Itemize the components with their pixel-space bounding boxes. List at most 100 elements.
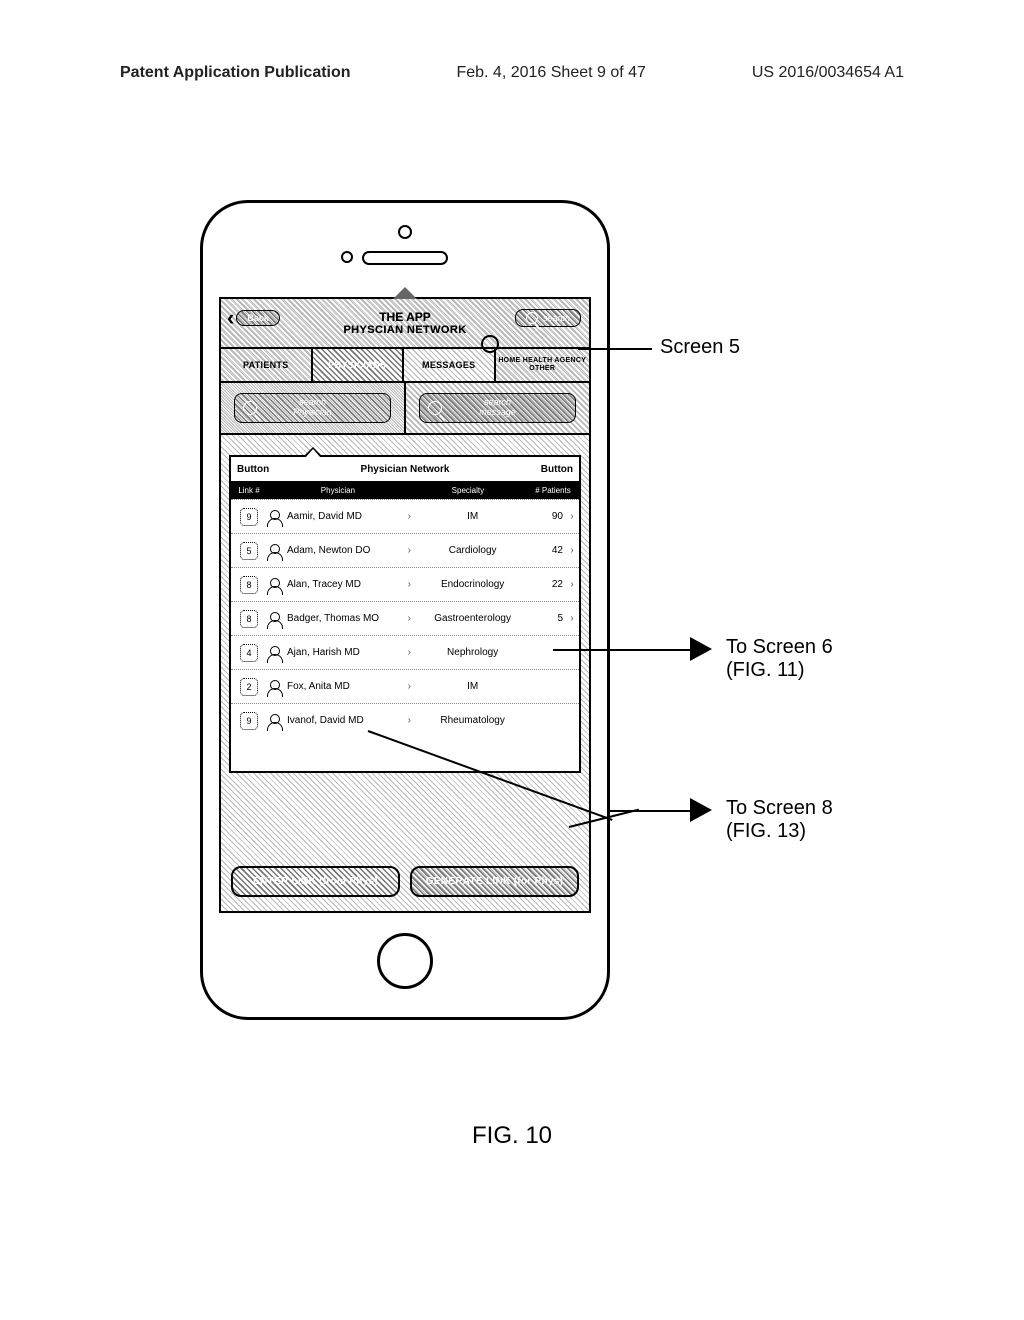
callout-screen5: Screen 5 [660, 336, 740, 359]
specialty-value: Gastroenterology [416, 613, 529, 624]
physician-name: Ajan, Harish MD [287, 647, 360, 658]
front-camera-icon [398, 225, 412, 239]
chevron-right-icon: › [402, 511, 416, 522]
chevron-right-icon: › [402, 715, 416, 726]
search-message-input[interactable]: search message [419, 393, 576, 423]
search-message-cell: search message [406, 383, 589, 433]
back-button-label: Back [236, 310, 280, 326]
leader-line [553, 649, 691, 651]
link-number-chip[interactable]: 4 [240, 644, 258, 662]
panel-pointer-icon [303, 447, 323, 457]
specialty-value: Cardiology [416, 545, 529, 556]
chevron-right-icon: › [565, 511, 579, 522]
chevron-right-icon: › [402, 681, 416, 692]
link-number-chip[interactable]: 5 [240, 542, 258, 560]
panel-left-button[interactable]: Button [237, 464, 269, 475]
table-row[interactable]: 9Aamir, David MD›IM90› [231, 499, 579, 533]
patient-count: 22 [529, 579, 565, 590]
generate-link-button[interactable]: GENERATE LINK (for Phys) [410, 866, 579, 897]
chevron-left-icon: ‹ [227, 307, 234, 329]
tab-messages[interactable]: MESSAGES [404, 349, 496, 381]
physician-name: Alan, Tracey MD [287, 579, 361, 590]
popover-pointer-icon [393, 287, 417, 299]
callout-to-screen6-l1: To Screen 6 [726, 636, 833, 659]
main-tabs: PATIENTS PHYSICIANS MESSAGES HOME HEALTH… [221, 349, 589, 383]
app-title-line1: THE APP [343, 310, 466, 324]
patient-count: 42 [529, 545, 565, 556]
tab-home-health-other[interactable]: HOME HEALTH AGENCY OTHER [496, 349, 590, 381]
header-left: Patent Application Publication [120, 64, 351, 82]
leader-line [610, 810, 690, 812]
search-icon [243, 401, 257, 415]
app-screen: ‹ Back THE APP PHYSCIAN NETWORK search P… [219, 297, 591, 913]
table-row[interactable]: 9 Ivanof, David MD ›Rheumatology [231, 703, 579, 737]
home-button[interactable] [377, 933, 433, 989]
physician-rows: 9Aamir, David MD›IM90›5Adam, Newton DO›C… [231, 499, 579, 737]
specialty-value: Nephrology [416, 647, 529, 658]
physician-name: Adam, Newton DO [287, 545, 370, 556]
app-title-line2: PHYSCIAN NETWORK [343, 324, 466, 336]
physician-name: Fox, Anita MD [287, 681, 350, 692]
person-icon [267, 612, 281, 626]
col-specialty-header: Specialty [409, 486, 527, 495]
physician-name: Aamir, David MD [287, 511, 362, 522]
link-number-chip[interactable]: 9 [240, 712, 258, 730]
enter-link-button[interactable]: ENTER LINK (from Phys) [231, 866, 400, 897]
person-icon [267, 714, 281, 728]
specialty-value: IM [416, 511, 529, 522]
link-number-chip[interactable]: 9 [240, 508, 258, 526]
search-icon [428, 401, 442, 415]
person-icon [267, 646, 281, 660]
callout-to-screen8-l2: (FIG. 13) [726, 820, 806, 843]
search-message-placeholder: search message [479, 398, 516, 418]
search-physician-placeholder: search Physician [293, 398, 332, 418]
person-icon [267, 578, 281, 592]
patient-count: 90 [529, 511, 565, 522]
specialty-value: Endocrinology [416, 579, 529, 590]
chevron-right-icon: › [565, 579, 579, 590]
app-title: THE APP PHYSCIAN NETWORK [343, 310, 466, 336]
header-right: US 2016/0034654 A1 [752, 64, 904, 82]
callout-to-screen6-l2: (FIG. 11) [726, 659, 805, 682]
page-header: Patent Application Publication Feb. 4, 2… [0, 64, 1024, 82]
tab-physicians[interactable]: PHYSICIANS [313, 349, 405, 381]
table-row[interactable]: 4Ajan, Harish MD›Nephrology [231, 635, 579, 669]
top-search-button[interactable]: search [515, 309, 581, 327]
table-row[interactable]: 5Adam, Newton DO›Cardiology42› [231, 533, 579, 567]
search-physician-cell: search Physician [221, 383, 406, 433]
physician-name: Badger, Thomas MO [287, 613, 379, 624]
phone-device-frame: ‹ Back THE APP PHYSCIAN NETWORK search P… [200, 200, 610, 1020]
patient-count: 5 [529, 613, 565, 624]
chevron-right-icon: › [565, 545, 579, 556]
tab-patients[interactable]: PATIENTS [221, 349, 313, 381]
specialty-value: IM [416, 681, 529, 692]
link-number-chip[interactable]: 8 [240, 576, 258, 594]
table-row[interactable]: 8Badger, Thomas MO›Gastroenterology5› [231, 601, 579, 635]
callout-to-screen8-l1: To Screen 8 [726, 797, 833, 820]
col-patients-header: # Patients [527, 486, 579, 495]
arrow-right-icon [690, 798, 712, 822]
app-title-bar: ‹ Back THE APP PHYSCIAN NETWORK search [221, 299, 589, 349]
top-search-label: search [543, 313, 570, 323]
panel-header: Button Physician Network Button [231, 457, 579, 481]
panel-column-headers: Link # Physician Specialty # Patients [231, 481, 579, 499]
physician-name: Ivanof, David MD [287, 715, 364, 726]
person-icon [267, 680, 281, 694]
specialty-value: Rheumatology [416, 715, 529, 726]
table-row[interactable]: 8Alan, Tracey MD›Endocrinology22› [231, 567, 579, 601]
leader-line [578, 348, 652, 350]
physician-network-panel: Button Physician Network Button Link # P… [229, 455, 581, 773]
figure-caption: FIG. 10 [472, 1122, 552, 1150]
panel-title: Physician Network [269, 464, 541, 475]
search-row: search Physician search message [221, 383, 589, 435]
back-button[interactable]: ‹ Back [227, 307, 280, 329]
person-icon [267, 510, 281, 524]
table-row[interactable]: 2 Fox, Anita MD ›IM [231, 669, 579, 703]
search-physician-input[interactable]: search Physician [234, 393, 391, 423]
sensor-dot-icon [341, 251, 353, 263]
chevron-right-icon: › [402, 579, 416, 590]
link-number-chip[interactable]: 8 [240, 610, 258, 628]
panel-right-button[interactable]: Button [541, 464, 573, 475]
arrow-right-icon [690, 637, 712, 661]
link-number-chip[interactable]: 2 [240, 678, 258, 696]
